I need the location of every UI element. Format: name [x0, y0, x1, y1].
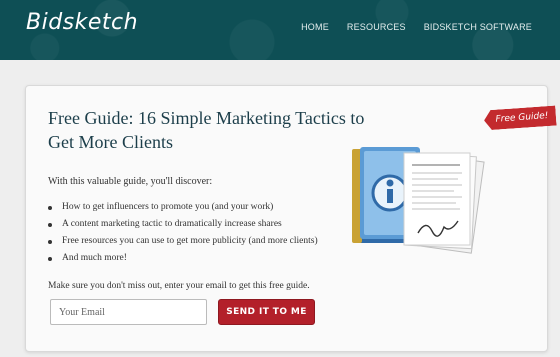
free-guide-card: Free Guide: 16 Simple Marketing Tactics …: [25, 85, 548, 352]
nav-link-bidsketch-software[interactable]: BIDSKETCH SOFTWARE: [424, 22, 532, 32]
guide-book-illustration: [352, 147, 485, 254]
list-item-text: And much more!: [62, 253, 127, 263]
bullet-icon: [48, 239, 52, 244]
list-item-text: A content marketing tactic to dramatical…: [62, 219, 282, 229]
email-input[interactable]: [50, 299, 207, 325]
list-item: How to get influencers to promote you (a…: [48, 199, 318, 216]
benefits-list: How to get influencers to promote you (a…: [48, 199, 318, 267]
bullet-icon: [48, 222, 52, 227]
nav-link-home[interactable]: HOME: [301, 22, 329, 32]
signed-documents-illustration: [403, 152, 485, 254]
list-item-text: How to get influencers to promote you (a…: [62, 202, 274, 212]
send-guide-button[interactable]: SEND IT TO ME: [218, 299, 315, 325]
bidsketch-logo[interactable]: Bidsketch: [26, 10, 138, 35]
list-item: A content marketing tactic to dramatical…: [48, 216, 318, 233]
list-item: And much more!: [48, 250, 318, 267]
guide-title: Free Guide: 16 Simple Marketing Tactics …: [48, 108, 365, 152]
main-nav: HOME RESOURCES BIDSKETCH SOFTWARE: [301, 22, 532, 32]
guide-intro: With this valuable guide, you'll discove…: [48, 176, 213, 187]
email-cta-text: Make sure you don't miss out, enter your…: [48, 281, 310, 291]
bullet-icon: [48, 205, 52, 210]
site-header: Bidsketch HOME RESOURCES BIDSKETCH SOFTW…: [0, 0, 560, 60]
list-item-text: Free resources you can use to get more p…: [62, 236, 318, 246]
free-guide-ribbon: Free Guide!: [483, 106, 556, 131]
nav-link-resources[interactable]: RESOURCES: [347, 22, 406, 32]
list-item: Free resources you can use to get more p…: [48, 233, 318, 250]
bullet-icon: [48, 256, 52, 261]
